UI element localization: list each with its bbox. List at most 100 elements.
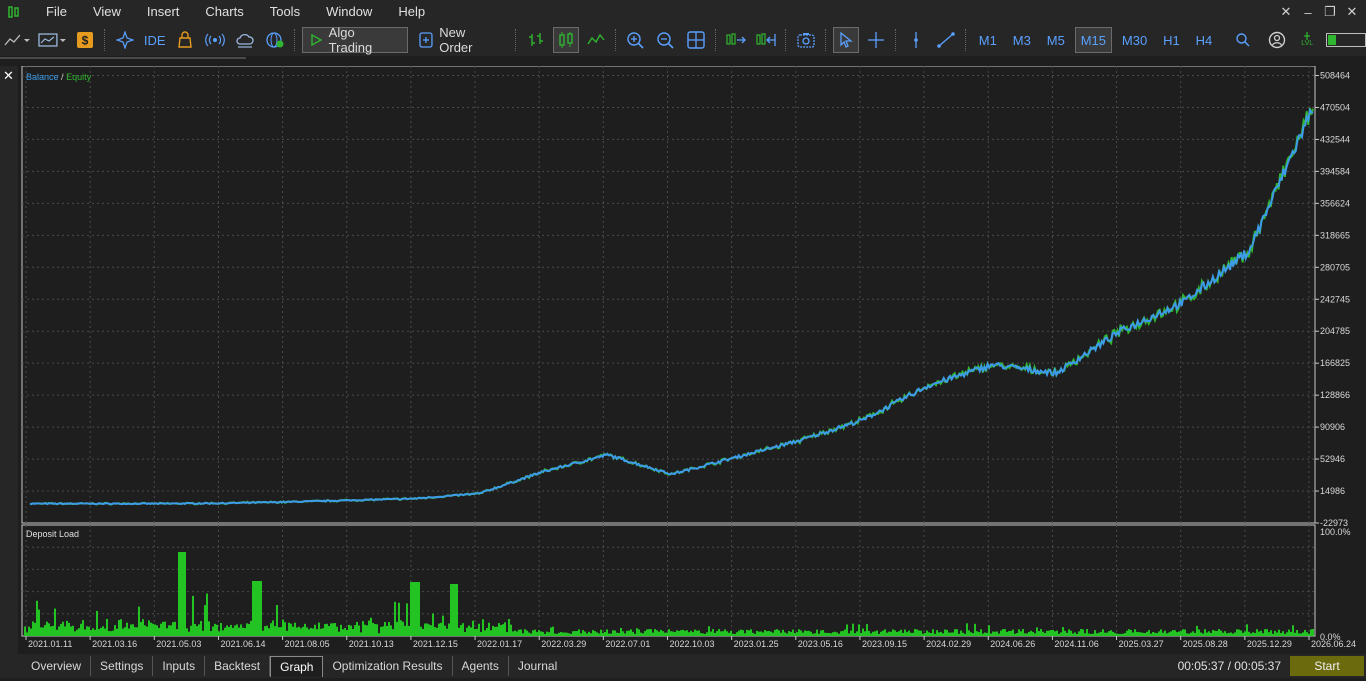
deposit-bar — [818, 633, 820, 636]
deposit-bar — [1138, 632, 1140, 636]
deposit-bar — [438, 623, 440, 636]
tab-settings[interactable]: Settings — [91, 656, 154, 676]
timeframe-h4[interactable]: H4 — [1190, 27, 1219, 53]
templates-dropdown[interactable] — [36, 27, 68, 53]
menu-tools[interactable]: Tools — [257, 0, 313, 24]
chart-shift-icon[interactable] — [723, 27, 749, 53]
close-button[interactable]: ✕ — [1342, 4, 1362, 20]
deposit-bar — [1268, 632, 1270, 636]
tab-optimization-results[interactable]: Optimization Results — [323, 656, 453, 676]
deposit-bar — [372, 622, 374, 636]
vps-globe-icon[interactable] — [262, 27, 288, 53]
deposit-bar — [1246, 624, 1248, 636]
deposit-bar — [928, 632, 930, 636]
tab-inputs[interactable]: Inputs — [153, 656, 206, 676]
deposit-bar — [64, 626, 66, 636]
deposit-bar — [1270, 630, 1272, 636]
ide-button[interactable]: IDE — [142, 27, 168, 53]
deposit-bar — [482, 619, 484, 636]
strategy-tester-sidebar: ✕ Strategy Tester — [0, 66, 18, 678]
deposit-bar — [736, 632, 738, 636]
deposit-bar — [1304, 629, 1306, 636]
deposit-bar — [790, 631, 792, 636]
deposit-bar — [1244, 631, 1246, 636]
screenshot-icon[interactable] — [793, 27, 819, 53]
deposit-bar — [1222, 632, 1224, 636]
deposit-bar — [1258, 631, 1260, 636]
pin-icon[interactable]: ✕ — [1276, 4, 1296, 20]
deposit-bar — [1094, 630, 1096, 636]
algo-trading-button[interactable]: Algo Trading — [301, 25, 409, 55]
menu-window[interactable]: Window — [313, 0, 385, 24]
timeframe-m1[interactable]: M1 — [973, 27, 1003, 53]
timeframe-h1[interactable]: H1 — [1157, 27, 1186, 53]
deposit-bar — [58, 626, 60, 636]
account-icon[interactable] — [1264, 27, 1290, 53]
deposit-bar — [974, 623, 976, 636]
deposit-bar — [200, 621, 202, 636]
timeframe-m30[interactable]: M30 — [1116, 27, 1153, 53]
menu-charts[interactable]: Charts — [192, 0, 256, 24]
restore-button[interactable]: ❐ — [1320, 4, 1340, 20]
deposit-bar — [1218, 629, 1220, 636]
zoom-in-icon[interactable] — [623, 27, 649, 53]
menu-view[interactable]: View — [80, 0, 134, 24]
minimize-button[interactable]: – — [1298, 5, 1318, 20]
deposit-bar — [726, 631, 728, 636]
start-button[interactable]: Start — [1290, 656, 1364, 676]
menu-insert[interactable]: Insert — [134, 0, 193, 24]
deposit-bar — [772, 632, 774, 636]
trendline-icon[interactable] — [933, 27, 959, 53]
dollar-icon[interactable]: $ — [72, 27, 98, 53]
new-order-button[interactable]: New Order — [412, 25, 508, 55]
deposit-bar — [1294, 632, 1296, 636]
deposit-bar — [352, 628, 354, 636]
bar-chart-icon[interactable] — [523, 27, 549, 53]
zoom-out-icon[interactable] — [653, 27, 679, 53]
deposit-bar — [304, 623, 306, 636]
tab-overview[interactable]: Overview — [22, 656, 92, 676]
deposit-bar — [626, 630, 628, 636]
vertical-line-icon[interactable] — [903, 27, 929, 53]
deposit-load-label: Deposit Load — [26, 529, 79, 539]
sparkle-icon[interactable] — [112, 27, 138, 53]
signals-icon[interactable] — [202, 27, 228, 53]
grid-icon[interactable] — [683, 27, 709, 53]
deposit-bar — [590, 633, 592, 636]
crosshair-icon[interactable] — [863, 27, 889, 53]
tab-backtest[interactable]: Backtest — [205, 656, 271, 676]
deposit-bar — [338, 631, 340, 636]
deposit-bar — [638, 629, 640, 636]
tab-graph[interactable]: Graph — [270, 655, 324, 677]
chart-area[interactable]: 508464 470504 432544 394584 356624 318665 2807… — [20, 65, 1366, 654]
candlestick-icon[interactable] — [552, 27, 579, 53]
market-bag-icon[interactable] — [172, 27, 198, 53]
deposit-bar — [82, 620, 84, 636]
cursor-icon[interactable] — [832, 27, 859, 53]
level-indicator[interactable]: LVL — [1294, 27, 1320, 53]
search-icon[interactable] — [1230, 27, 1256, 53]
deposit-bar — [776, 629, 778, 636]
menu-help[interactable]: Help — [385, 0, 438, 24]
timeframe-m5[interactable]: M5 — [1041, 27, 1071, 53]
deposit-bar — [1184, 629, 1186, 636]
timeframe-m15[interactable]: M15 — [1074, 27, 1112, 53]
deposit-bar — [836, 632, 838, 636]
deposit-bar — [1300, 633, 1302, 636]
deposit-bar — [696, 630, 698, 636]
menu-file[interactable]: File — [33, 0, 80, 24]
autoscroll-icon[interactable] — [753, 27, 779, 53]
deposit-bar — [718, 629, 720, 636]
chart-type-dropdown[interactable] — [2, 27, 32, 53]
deposit-bar — [1028, 631, 1030, 636]
tab-agents[interactable]: Agents — [453, 656, 509, 676]
close-icon[interactable]: ✕ — [3, 68, 14, 84]
cloud-icon[interactable] — [232, 27, 258, 53]
deposit-bar — [96, 610, 98, 636]
tab-journal[interactable]: Journal — [509, 656, 566, 676]
deposit-bar — [774, 629, 776, 636]
deposit-bar — [1100, 631, 1102, 636]
line-chart-icon[interactable] — [583, 27, 609, 53]
timeframe-m3[interactable]: M3 — [1007, 27, 1037, 53]
y-tick-label: 52946 — [1320, 454, 1345, 464]
